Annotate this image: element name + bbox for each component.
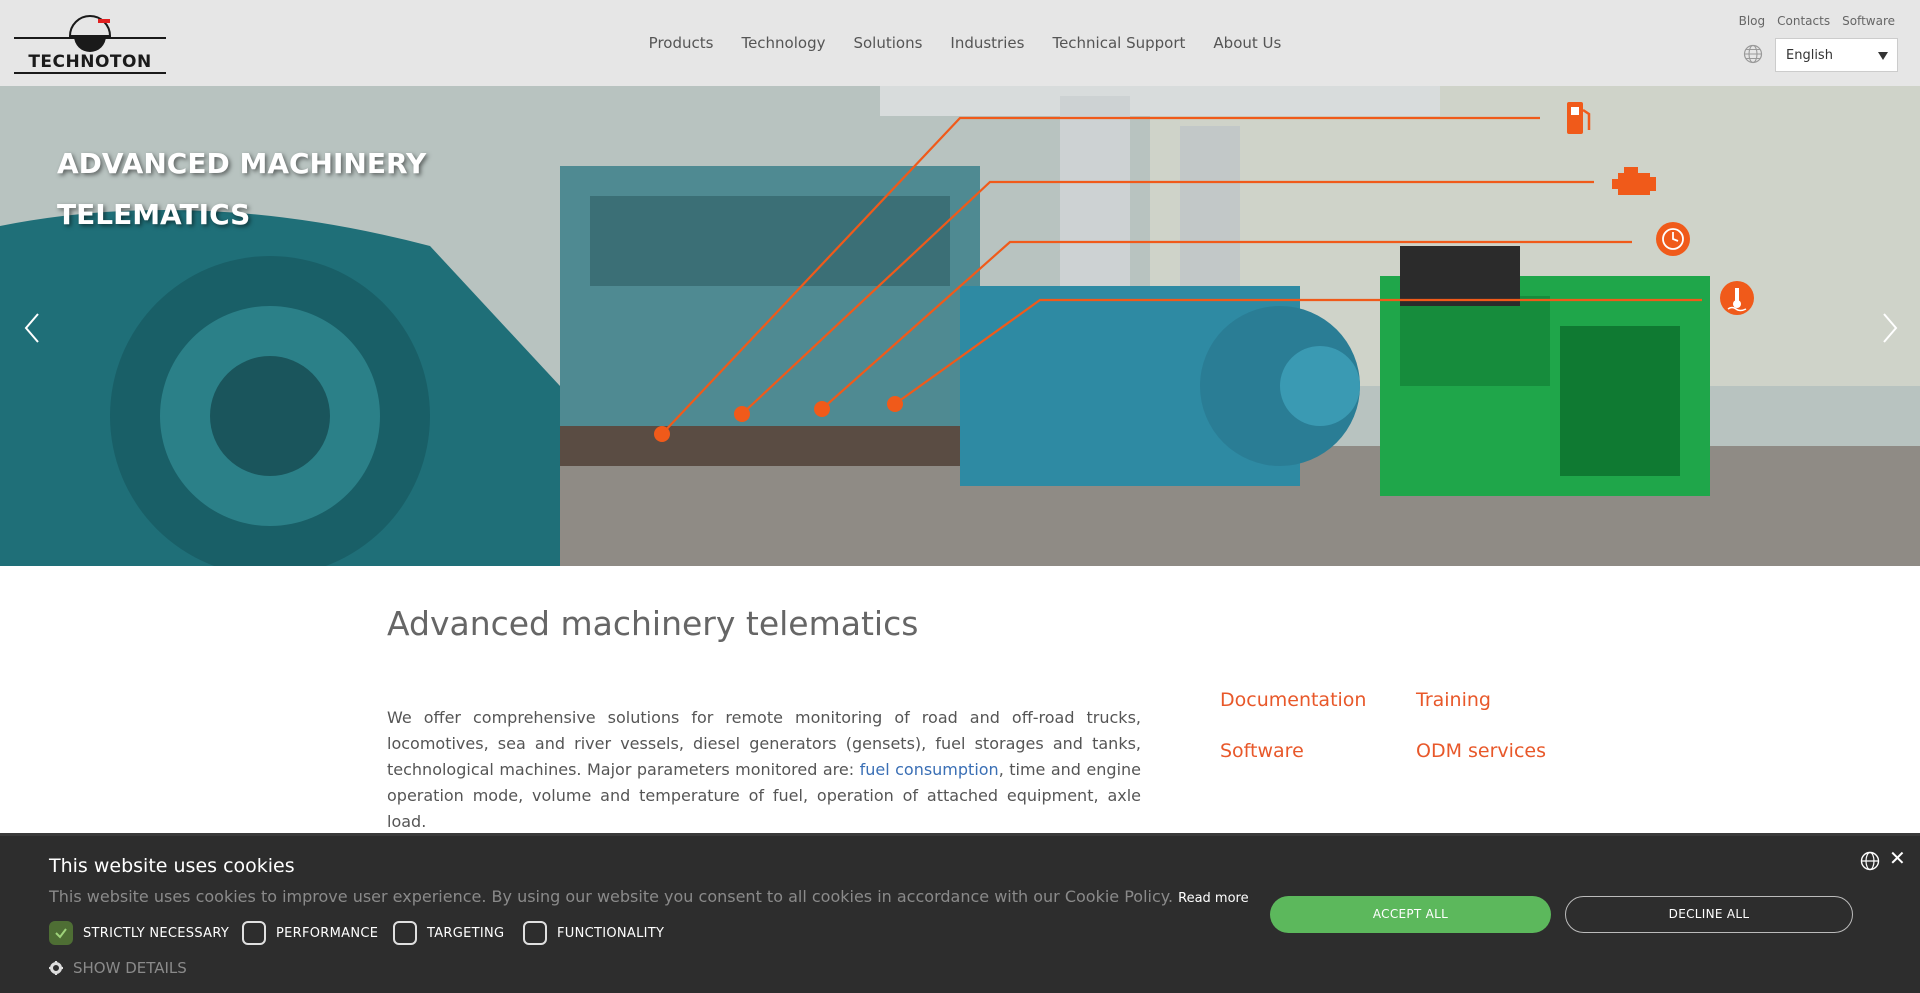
show-details-label: SHOW DETAILS <box>73 959 187 977</box>
hero-title-line2: TELEMATICS <box>57 198 251 231</box>
language-select[interactable]: English <box>1775 38 1898 72</box>
language-selected-value: English <box>1786 48 1833 63</box>
cookie-option-performance[interactable]: PERFORMANCE <box>242 921 378 945</box>
training-link[interactable]: Training <box>1416 689 1491 711</box>
globe-icon[interactable] <box>1743 44 1763 64</box>
odm-services-link[interactable]: ODM services <box>1416 740 1546 762</box>
cookie-option-functionality[interactable]: FUNCTIONALITY <box>523 921 664 945</box>
blog-link[interactable]: Blog <box>1739 14 1766 28</box>
top-links: Blog Contacts Software <box>1739 14 1895 28</box>
strictly-necessary-checkbox[interactable] <box>49 921 73 945</box>
hero-title: ADVANCED MACHINERY TELEMATICS <box>57 138 426 240</box>
nav-products[interactable]: Products <box>649 34 714 52</box>
performance-checkbox[interactable] <box>242 921 266 945</box>
software-link[interactable]: Software <box>1842 14 1895 28</box>
cookie-option-targeting[interactable]: TARGETING <box>393 921 504 945</box>
main-nav: Products Technology Solutions Industries… <box>0 0 1920 86</box>
nav-solutions[interactable]: Solutions <box>853 34 922 52</box>
dropdown-arrow-icon <box>1878 52 1888 60</box>
hero-title-line1: ADVANCED MACHINERY <box>57 147 427 180</box>
read-more-link[interactable]: Read more <box>1178 891 1248 906</box>
clock-icon <box>1656 222 1690 256</box>
strictly-necessary-label: STRICTLY NECESSARY <box>83 925 230 941</box>
nav-technology[interactable]: Technology <box>741 34 825 52</box>
targeting-label: TARGETING <box>427 925 505 941</box>
close-icon[interactable]: ✕ <box>1889 846 1906 870</box>
accept-all-button[interactable]: ACCEPT ALL <box>1270 896 1551 933</box>
cookie-title: This website uses cookies <box>49 855 295 877</box>
gear-icon <box>49 961 63 975</box>
nav-industries[interactable]: Industries <box>950 34 1024 52</box>
software-side-link[interactable]: Software <box>1220 740 1304 762</box>
hero-banner: ADVANCED MACHINERY TELEMATICS <box>0 86 1920 566</box>
contacts-link[interactable]: Contacts <box>1777 14 1830 28</box>
targeting-checkbox[interactable] <box>393 921 417 945</box>
engine-icon <box>1612 167 1656 195</box>
functionality-checkbox[interactable] <box>523 921 547 945</box>
cookie-description-text: This website uses cookies to improve use… <box>49 887 1174 906</box>
carousel-prev-arrow-icon[interactable] <box>18 308 48 348</box>
intro-paragraph: We offer comprehensive solutions for rem… <box>387 705 1141 835</box>
nav-technical-support[interactable]: Technical Support <box>1052 34 1185 52</box>
carousel-next-arrow-icon[interactable] <box>1874 308 1904 348</box>
cookie-option-strictly-necessary[interactable]: STRICTLY NECESSARY <box>49 921 229 945</box>
temperature-icon <box>1720 281 1754 315</box>
fuel-pump-icon <box>1567 102 1591 134</box>
decline-all-button[interactable]: DECLINE ALL <box>1565 896 1853 933</box>
cookie-banner: This website uses cookies This website u… <box>0 833 1920 993</box>
site-header: TECHNOTON Products Technology Solutions … <box>0 0 1920 86</box>
nav-about-us[interactable]: About Us <box>1213 34 1281 52</box>
cookie-language-globe-icon[interactable] <box>1860 851 1880 871</box>
page-title: Advanced machinery telematics <box>387 604 919 643</box>
checkmark-icon <box>55 928 67 939</box>
documentation-link[interactable]: Documentation <box>1220 689 1366 711</box>
show-details-toggle[interactable]: SHOW DETAILS <box>49 959 187 977</box>
fuel-consumption-link[interactable]: fuel consumption <box>860 760 999 779</box>
performance-label: PERFORMANCE <box>276 925 379 941</box>
cookie-description: This website uses cookies to improve use… <box>49 887 1249 906</box>
functionality-label: FUNCTIONALITY <box>557 925 665 941</box>
